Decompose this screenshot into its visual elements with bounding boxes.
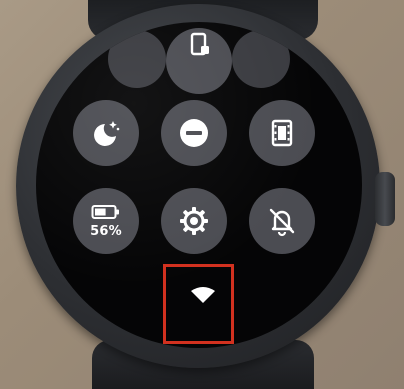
film-icon [271,119,293,147]
watch-crown[interactable] [375,172,395,226]
phone-icon [190,32,209,56]
tile-partial-right[interactable] [232,30,290,88]
tile-sound-off[interactable] [249,188,315,254]
tile-phone-connection[interactable] [166,28,232,94]
wifi-icon [191,287,215,303]
tile-bedtime-mode[interactable] [73,100,139,166]
minus-circle-icon [180,119,208,147]
wifi-highlight-box [163,264,234,344]
tile-theater-mode[interactable] [249,100,315,166]
bell-off-icon [269,208,295,237]
gear-icon [180,207,208,235]
tile-do-not-disturb[interactable] [161,100,227,166]
tile-settings[interactable] [161,188,227,254]
tile-partial-left[interactable] [108,30,166,88]
battery-icon [91,204,119,219]
tile-battery[interactable]: 56% [73,188,139,254]
moon-stars-icon [94,121,120,146]
battery-percentage: 56% [90,223,122,239]
